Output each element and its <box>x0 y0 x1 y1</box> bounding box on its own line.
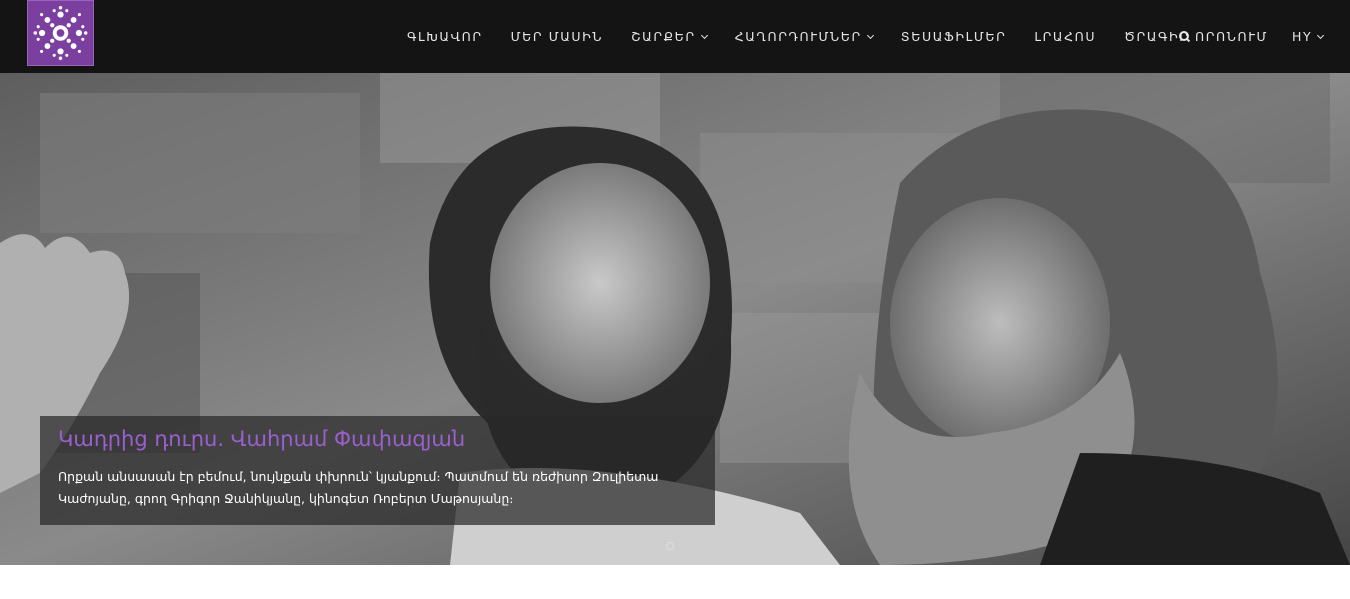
site-logo[interactable] <box>27 0 94 66</box>
slide-title[interactable]: Կադրից դուրս. Վահրամ Փափազյան <box>58 426 697 452</box>
nav-item-about[interactable]: ՄԵՐ ՄԱՍԻՆ <box>511 29 603 44</box>
slider-dot[interactable] <box>696 543 703 549</box>
nav-item-label: ԳԼԽԱՎՈՐ <box>407 29 483 44</box>
language-selector[interactable]: HY <box>1292 29 1325 44</box>
chevron-down-icon <box>700 31 708 39</box>
nav-item-label: ՇԱՐՔԵՐ <box>631 29 696 44</box>
slider-pagination <box>622 542 740 550</box>
main-menu: ԳԼԽԱՎՈՐ ՄԵՐ ՄԱՍԻՆ ՇԱՐՔԵՐ ՀԱՂՈՐԴՈՒՄՆԵՐ ՏԵ… <box>393 0 1204 73</box>
search-label: ՈՐՈՆՈՒՄ <box>1195 29 1269 44</box>
slider-dot-active[interactable] <box>665 542 674 550</box>
search-icon <box>1179 31 1190 42</box>
slider-dot[interactable] <box>622 543 628 549</box>
slide-description: Որքան անսասան էր բեմում, նույնքան փխրուն… <box>58 466 697 510</box>
nav-item-label: ՏԵՍԱՖԻԼՄԵՐ <box>900 29 1007 44</box>
nav-item-videos[interactable]: ՏԵՍԱՖԻԼՄԵՐ <box>901 29 1007 44</box>
slide-caption[interactable]: Կադրից դուրս. Վահրամ Փափազյան Որքան անսա… <box>40 416 715 525</box>
slider-dot[interactable] <box>682 543 688 549</box>
nav-item-home[interactable]: ԳԼԽԱՎՈՐ <box>407 29 483 44</box>
slider-dot[interactable] <box>651 543 657 549</box>
chevron-down-icon <box>866 31 874 39</box>
utility-menu: ՈՐՈՆՈՒՄ HY <box>1164 0 1325 73</box>
hero-slider[interactable]: Կադրից դուրս. Վահրամ Փափազյան Որքան անսա… <box>0 73 1350 565</box>
search-button[interactable]: ՈՐՈՆՈՒՄ <box>1179 29 1268 44</box>
chevron-down-icon <box>1317 31 1325 39</box>
nav-item-series[interactable]: ՇԱՐՔԵՐ <box>631 29 708 44</box>
ornament-cross-logo-icon <box>33 6 88 60</box>
slider-dot[interactable] <box>711 543 717 549</box>
slide-description-line: Կաժոյանը, գրող Գրիգոր Ջանիկյանը, կինոգետ… <box>58 491 514 506</box>
nav-item-label: ԼՐԱՀՈՍ <box>1034 29 1097 44</box>
top-navbar: ԳԼԽԱՎՈՐ ՄԵՐ ՄԱՍԻՆ ՇԱՐՔԵՐ ՀԱՂՈՐԴՈՒՄՆԵՐ ՏԵ… <box>0 0 1350 73</box>
nav-item-label: ՄԵՐ ՄԱՍԻՆ <box>510 29 604 44</box>
nav-item-label: ՀԱՂՈՐԴՈՒՄՆԵՐ <box>734 29 862 44</box>
language-label: HY <box>1292 29 1313 44</box>
slider-dot[interactable] <box>725 543 732 549</box>
nav-item-programs[interactable]: ՀԱՂՈՐԴՈՒՄՆԵՐ <box>734 29 874 44</box>
slide-description-line: Որքան անսասան էր բեմում, նույնքան փխրուն… <box>58 469 659 484</box>
nav-item-news[interactable]: ԼՐԱՀՈՍ <box>1034 29 1096 44</box>
slider-dot[interactable] <box>636 543 643 549</box>
